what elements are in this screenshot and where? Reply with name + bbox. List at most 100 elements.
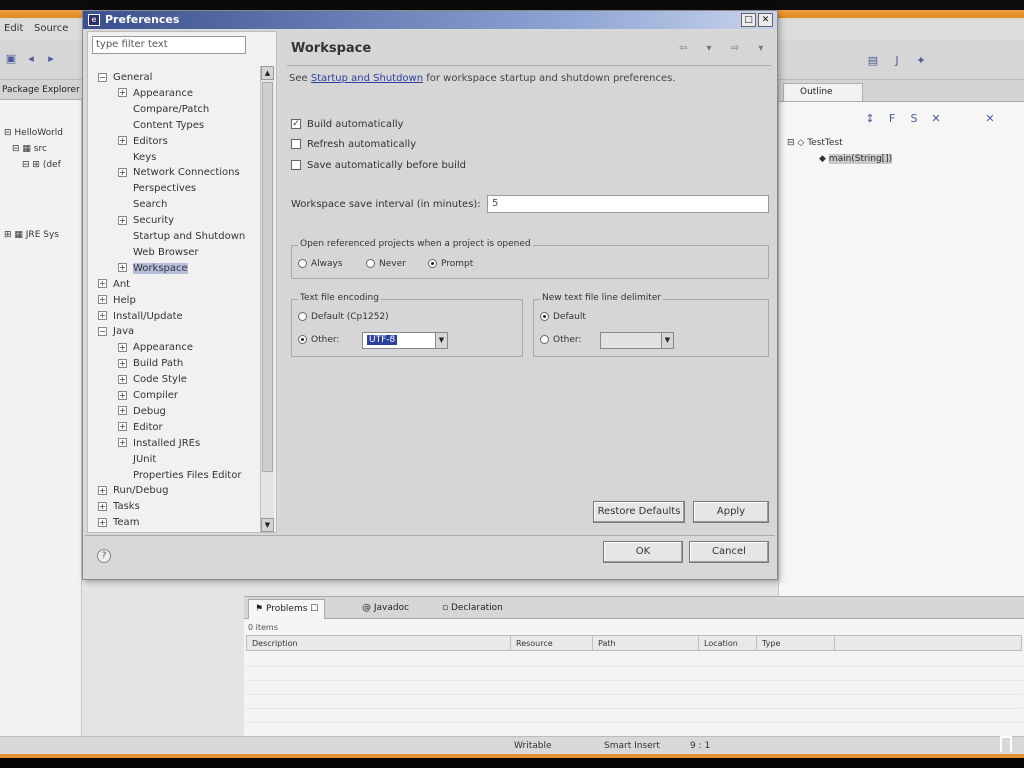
package-explorer-tab[interactable]: Package Explorer [0,80,82,100]
ok-button[interactable]: OK [603,541,683,563]
radio-encoding-other[interactable]: Other: [298,335,339,345]
collapse-icon[interactable]: − [98,72,107,82]
tree-item[interactable]: Compare/Patch [118,104,209,115]
radio-prompt[interactable]: Prompt [428,259,473,269]
tree-item[interactable]: + Team [98,517,139,528]
page-nav-arrows[interactable]: ⇦ ▾ ⇨ ▾ [679,43,771,54]
expand-icon[interactable]: + [118,88,127,98]
checkbox-unchecked[interactable] [291,160,301,170]
tab-javadoc[interactable]: @ Javadoc [356,599,415,619]
checkbox-unchecked[interactable] [291,139,301,149]
dialog-titlebar[interactable]: e Preferences □ ✕ [83,11,777,29]
col-location[interactable]: Location [699,636,757,650]
checkbox-checked[interactable]: ✓ [291,119,301,129]
toolbar-icon[interactable]: ◂ [24,52,38,66]
tree-item[interactable]: + Security [118,215,174,226]
expand-icon[interactable]: + [98,501,107,511]
expand-icon[interactable]: + [118,263,127,273]
sort-icon[interactable]: ↕ [863,112,877,126]
refresh-automatically-checkbox[interactable]: Refresh automatically [291,139,416,150]
tree-item[interactable]: + Install/Update [98,311,183,322]
encoding-select[interactable]: UTF-8 ▼ [362,332,448,349]
tree-item[interactable]: − Java [98,326,134,337]
chevron-down-icon[interactable]: ▼ [435,333,447,348]
outline-class[interactable]: ⊟ ◇ TestTest [787,138,843,148]
scroll-down-icon[interactable]: ▼ [261,518,274,532]
expand-icon[interactable]: + [118,215,127,225]
expand-icon[interactable]: + [118,406,127,416]
tree-item[interactable]: Web Browser [118,247,199,258]
chevron-down-icon[interactable]: ▼ [661,333,673,348]
collapse-icon[interactable]: − [98,326,107,336]
tree-item[interactable]: + Appearance [118,342,193,353]
hide-nonpublic-icon[interactable]: ✕ [929,112,943,126]
hide-static-icon[interactable]: S [907,112,921,126]
expand-icon[interactable]: + [118,390,127,400]
radio-delimiter-default[interactable]: Default [540,312,586,322]
tree-item-project[interactable]: ⊟ HelloWorld [4,128,63,138]
expand-icon[interactable]: + [118,374,127,384]
startup-shutdown-link[interactable]: Startup and Shutdown [311,73,423,84]
tree-item[interactable]: + Installed JREs [118,438,200,449]
toolbar-icon[interactable]: ▸ [44,52,58,66]
hide-fields-icon[interactable]: F [885,112,899,126]
expand-icon[interactable]: + [98,279,107,289]
col-path[interactable]: Path [593,636,699,650]
restore-defaults-button[interactable]: Restore Defaults [593,501,685,523]
delimiter-select[interactable]: ▼ [600,332,674,349]
expand-icon[interactable]: + [98,295,107,305]
menu-edit[interactable]: Edit [4,23,23,34]
tree-item[interactable]: − General [98,72,152,83]
expand-icon[interactable]: + [98,311,107,320]
tree-item[interactable]: + Tasks [98,501,140,512]
expand-icon[interactable]: + [118,438,127,448]
tree-item[interactable]: Keys [118,152,156,163]
expand-icon[interactable]: + [98,517,107,527]
expand-icon[interactable]: + [118,167,127,177]
tree-item[interactable]: JUnit [118,454,156,465]
scroll-up-icon[interactable]: ▲ [261,66,274,80]
tree-item[interactable]: + Help [98,295,136,306]
tree-item[interactable]: Perspectives [118,183,196,194]
col-description[interactable]: Description [247,636,511,650]
tree-item-package[interactable]: ⊟ ⊞ (def [22,160,61,170]
outline-tab[interactable]: Outline [783,83,863,101]
java-perspective-icon[interactable]: J [890,54,904,68]
tree-item-jre[interactable]: ⊞ ▦ JRE Sys [4,230,59,240]
radio-delimiter-other[interactable]: Other: [540,335,581,345]
save-interval-input[interactable]: 5 [487,195,769,213]
tree-item[interactable]: + Editors [118,136,168,147]
bookmark-icon[interactable] [1000,736,1012,752]
tree-item[interactable]: + Code Style [118,374,187,385]
collapse-icon[interactable]: ✕ [983,112,997,126]
tree-item[interactable]: Properties Files Editor [118,470,241,481]
tree-item[interactable]: + Appearance [118,88,193,99]
col-resource[interactable]: Resource [511,636,593,650]
maximize-icon[interactable]: □ [741,13,756,27]
tree-item[interactable]: + Compiler [118,390,178,401]
tree-item[interactable]: + Workspace [118,262,188,274]
expand-icon[interactable]: + [118,422,127,432]
build-automatically-checkbox[interactable]: ✓ Build automatically [291,119,403,130]
tree-item[interactable]: + Editor [118,422,163,433]
tree-item[interactable]: Search [118,199,167,210]
tab-problems[interactable]: ⚑ Problems ☐ [248,599,326,619]
tab-declaration[interactable]: ▫ Declaration [436,599,509,619]
expand-icon[interactable]: + [118,136,127,146]
expand-icon[interactable]: + [98,485,107,495]
expand-icon[interactable]: + [118,358,127,368]
save-before-build-checkbox[interactable]: Save automatically before build [291,160,466,171]
apply-button[interactable]: Apply [693,501,769,523]
cancel-button[interactable]: Cancel [689,541,769,563]
toolbar-icon[interactable]: ▣ [4,52,18,66]
filter-input[interactable]: type filter text [92,36,246,54]
scroll-thumb[interactable] [262,82,273,472]
radio-never[interactable]: Never [366,259,406,269]
tree-item[interactable]: + Debug [118,406,166,417]
col-type[interactable]: Type [757,636,835,650]
tree-item[interactable]: Content Types [118,120,204,131]
tree-item[interactable]: + Build Path [118,358,183,369]
perspective-icon[interactable]: ▤ [866,54,880,68]
tree-item[interactable]: + Run/Debug [98,485,168,496]
radio-always[interactable]: Always [298,259,343,269]
